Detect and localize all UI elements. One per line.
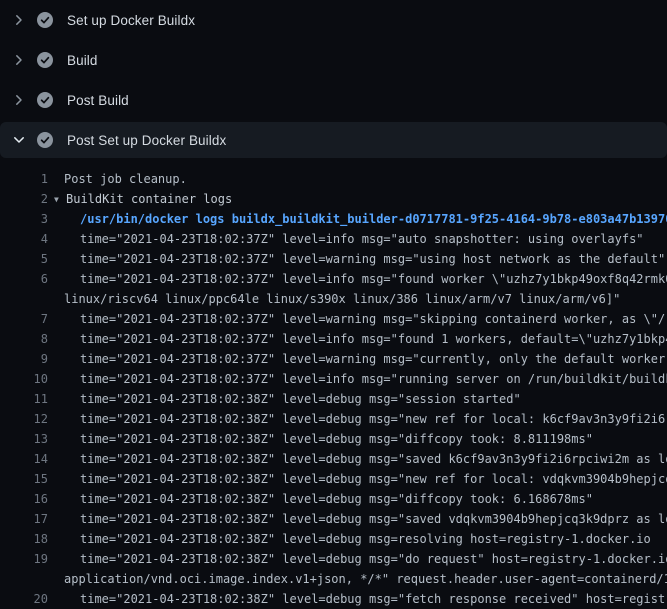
log-line-text: time="2021-04-23T18:02:38Z" level=debug … xyxy=(80,589,667,609)
log-line-text: Post job cleanup. xyxy=(64,169,187,189)
log-line-number[interactable]: 10 xyxy=(0,369,48,389)
log-line-text: time="2021-04-23T18:02:38Z" level=debug … xyxy=(80,529,651,549)
check-circle-icon xyxy=(37,132,53,148)
step-section-build[interactable]: Build xyxy=(0,40,667,80)
log-line-text: /usr/bin/docker logs buildx_buildkit_bui… xyxy=(80,209,667,229)
log-line-number[interactable]: 3 xyxy=(0,209,48,229)
log-line-number[interactable]: 1 xyxy=(0,169,48,189)
log-line-number[interactable]: 19 xyxy=(0,549,48,569)
log-line-number[interactable]: 17 xyxy=(0,509,48,529)
check-circle-icon xyxy=(37,92,53,108)
log-line-text: time="2021-04-23T18:02:38Z" level=debug … xyxy=(80,549,667,569)
log-line-number[interactable]: 14 xyxy=(0,449,48,469)
step-section-set-up-docker-buildx[interactable]: Set up Docker Buildx xyxy=(0,0,667,40)
chevron-right-icon xyxy=(12,53,26,67)
log-line-text: time="2021-04-23T18:02:38Z" level=debug … xyxy=(80,509,667,529)
log-line: 6 time="2021-04-23T18:02:37Z" level=info… xyxy=(0,269,667,289)
log-line-text: time="2021-04-23T18:02:37Z" level=warnin… xyxy=(80,309,667,329)
log-line-number xyxy=(0,289,48,309)
log-line: 9 time="2021-04-23T18:02:37Z" level=warn… xyxy=(0,349,667,369)
triangle-down-icon: ▼ xyxy=(54,190,66,209)
step-section-title: Set up Docker Buildx xyxy=(67,13,195,28)
log-line: 7 time="2021-04-23T18:02:37Z" level=warn… xyxy=(0,309,667,329)
log-line-text: time="2021-04-23T18:02:38Z" level=debug … xyxy=(80,429,593,449)
log-line-text: time="2021-04-23T18:02:37Z" level=info m… xyxy=(80,329,667,349)
log-line: application/vnd.oci.image.index.v1+json,… xyxy=(0,569,667,589)
log-line: 14 time="2021-04-23T18:02:38Z" level=deb… xyxy=(0,449,667,469)
step-section-post-build[interactable]: Post Build xyxy=(0,80,667,120)
log-line-number[interactable]: 11 xyxy=(0,389,48,409)
log-line-text: time="2021-04-23T18:02:38Z" level=debug … xyxy=(80,489,593,509)
log-line: 15 time="2021-04-23T18:02:38Z" level=deb… xyxy=(0,469,667,489)
log-line-text: time="2021-04-23T18:02:37Z" level=info m… xyxy=(80,229,644,249)
log-line-number[interactable]: 2 xyxy=(0,189,48,209)
log-line: 4 time="2021-04-23T18:02:37Z" level=info… xyxy=(0,229,667,249)
log-line-text: linux/riscv64 linux/ppc64le linux/s390x … xyxy=(64,289,620,309)
log-line-number[interactable]: 16 xyxy=(0,489,48,509)
check-circle-icon xyxy=(37,52,53,68)
log-line: 10 time="2021-04-23T18:02:37Z" level=inf… xyxy=(0,369,667,389)
log-line-text: time="2021-04-23T18:02:38Z" level=debug … xyxy=(80,389,521,409)
log-line: linux/riscv64 linux/ppc64le linux/s390x … xyxy=(0,289,667,309)
log-line-number[interactable]: 8 xyxy=(0,329,48,349)
log-line-number[interactable]: 18 xyxy=(0,529,48,549)
log-line-number[interactable]: 12 xyxy=(0,409,48,429)
log-line-text: time="2021-04-23T18:02:38Z" level=debug … xyxy=(80,409,667,429)
log-line-number[interactable]: 9 xyxy=(0,349,48,369)
log-line: 12 time="2021-04-23T18:02:38Z" level=deb… xyxy=(0,409,667,429)
chevron-right-icon xyxy=(12,13,26,27)
log-group-label: BuildKit container logs xyxy=(66,192,232,206)
log-group-toggle[interactable]: ▼BuildKit container logs xyxy=(54,189,232,209)
log-line: 1 Post job cleanup. xyxy=(0,169,667,189)
log-line-text: time="2021-04-23T18:02:37Z" level=warnin… xyxy=(80,249,665,269)
log-line-number[interactable]: 20 xyxy=(0,589,48,609)
log-line-number[interactable]: 13 xyxy=(0,429,48,449)
log-line-number[interactable]: 15 xyxy=(0,469,48,489)
log-line: 5 time="2021-04-23T18:02:37Z" level=warn… xyxy=(0,249,667,269)
log-line-number[interactable]: 4 xyxy=(0,229,48,249)
log-line-number[interactable]: 6 xyxy=(0,269,48,289)
log-line: 17 time="2021-04-23T18:02:38Z" level=deb… xyxy=(0,509,667,529)
log-line: 19 time="2021-04-23T18:02:38Z" level=deb… xyxy=(0,549,667,569)
log-line-text: time="2021-04-23T18:02:37Z" level=warnin… xyxy=(80,349,667,369)
log-line-text: time="2021-04-23T18:02:37Z" level=info m… xyxy=(80,369,667,389)
log-line-text: time="2021-04-23T18:02:37Z" level=info m… xyxy=(80,269,667,289)
log-line-number[interactable]: 5 xyxy=(0,249,48,269)
log-line: 11 time="2021-04-23T18:02:38Z" level=deb… xyxy=(0,389,667,409)
step-section-title: Build xyxy=(67,53,98,68)
log-line: 13 time="2021-04-23T18:02:38Z" level=deb… xyxy=(0,429,667,449)
log-line: 16 time="2021-04-23T18:02:38Z" level=deb… xyxy=(0,489,667,509)
step-section-list: Set up Docker Buildx Build Post Build xyxy=(0,0,667,160)
log-line-text: time="2021-04-23T18:02:38Z" level=debug … xyxy=(80,449,667,469)
chevron-down-icon xyxy=(12,133,26,147)
log-line-number[interactable]: 7 xyxy=(0,309,48,329)
log-viewer: 1 Post job cleanup. 2 ▼BuildKit containe… xyxy=(0,160,667,609)
log-line-text: time="2021-04-23T18:02:38Z" level=debug … xyxy=(80,469,667,489)
log-line: 8 time="2021-04-23T18:02:37Z" level=info… xyxy=(0,329,667,349)
chevron-right-icon xyxy=(12,93,26,107)
log-line-number xyxy=(0,569,48,589)
log-line-text: application/vnd.oci.image.index.v1+json,… xyxy=(64,569,667,589)
log-line: 2 ▼BuildKit container logs xyxy=(0,189,667,209)
check-circle-icon xyxy=(37,12,53,28)
log-line: 18 time="2021-04-23T18:02:38Z" level=deb… xyxy=(0,529,667,549)
log-line: 3 /usr/bin/docker logs buildx_buildkit_b… xyxy=(0,209,667,229)
log-line: 20 time="2021-04-23T18:02:38Z" level=deb… xyxy=(0,589,667,609)
step-section-title: Post Build xyxy=(67,93,129,108)
step-section-post-set-up-docker-buildx[interactable]: Post Set up Docker Buildx xyxy=(0,120,667,160)
step-section-title: Post Set up Docker Buildx xyxy=(67,133,226,148)
